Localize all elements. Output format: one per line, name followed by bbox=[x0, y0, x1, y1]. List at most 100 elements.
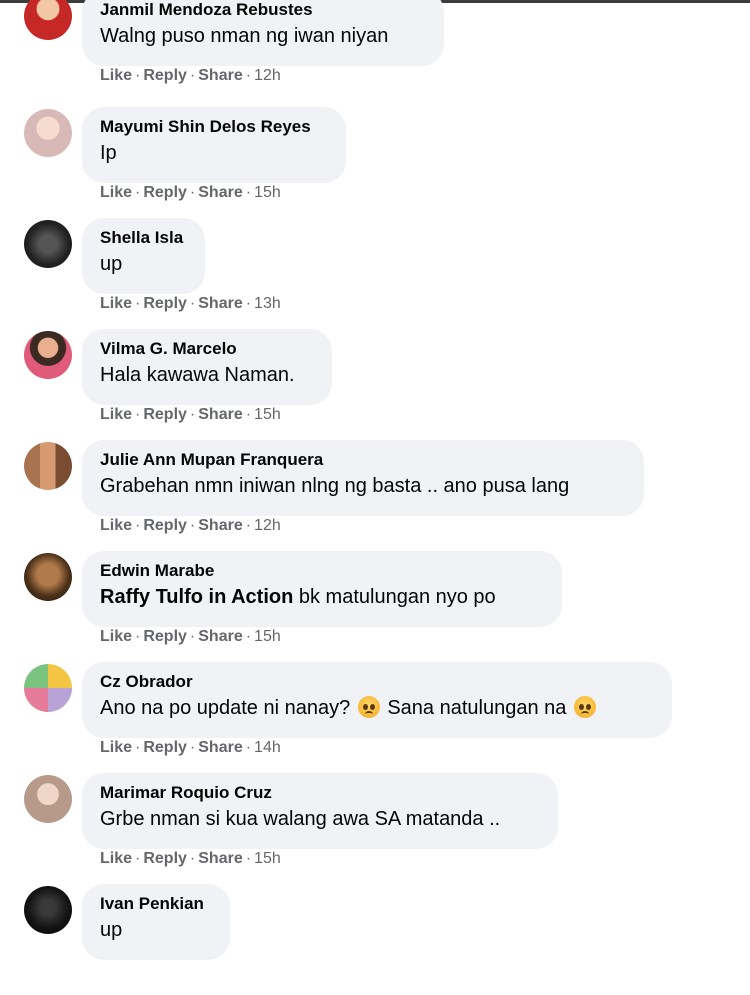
like-button[interactable]: Like bbox=[100, 406, 132, 423]
share-button[interactable]: Share bbox=[198, 517, 242, 534]
comment-text: up bbox=[100, 253, 123, 275]
comment-actions: Like · Reply · Share · 12h bbox=[100, 516, 281, 536]
reply-button[interactable]: Reply bbox=[143, 406, 187, 423]
comment-item: Edwin Marabe Raffy Tulfo in Action bk ma… bbox=[0, 551, 750, 662]
avatar[interactable] bbox=[24, 442, 72, 490]
comment-text: Grabehan nmn iniwan nlng ng basta .. ano… bbox=[100, 475, 570, 497]
comment-author[interactable]: Ivan Penkian bbox=[100, 893, 212, 915]
avatar[interactable] bbox=[24, 0, 72, 40]
pleading-face-icon bbox=[357, 696, 380, 718]
reply-button[interactable]: Reply bbox=[143, 850, 187, 867]
avatar[interactable] bbox=[24, 220, 72, 268]
separator: · bbox=[135, 739, 141, 756]
comment-bubble: Shella Isla up bbox=[82, 218, 205, 294]
separator: · bbox=[245, 739, 252, 756]
share-button[interactable]: Share bbox=[198, 67, 242, 84]
reply-button[interactable]: Reply bbox=[143, 517, 187, 534]
separator: · bbox=[245, 184, 252, 201]
like-button[interactable]: Like bbox=[100, 184, 132, 201]
comment-author[interactable]: Mayumi Shin Delos Reyes bbox=[100, 116, 328, 138]
share-button[interactable]: Share bbox=[198, 295, 242, 312]
like-button[interactable]: Like bbox=[100, 295, 132, 312]
separator: · bbox=[135, 628, 141, 645]
reply-button[interactable]: Reply bbox=[143, 295, 187, 312]
comment-bubble: Cz Obrador Ano na po update ni nanay? Sa… bbox=[82, 662, 672, 738]
separator: · bbox=[245, 67, 252, 84]
comment-item: Janmil Mendoza Rebustes Walng puso nman … bbox=[0, 0, 750, 101]
comment-author[interactable]: Cz Obrador bbox=[100, 671, 654, 693]
reply-button[interactable]: Reply bbox=[143, 628, 187, 645]
like-button[interactable]: Like bbox=[100, 850, 132, 867]
mention-link[interactable]: Raffy Tulfo in Action bbox=[100, 586, 293, 608]
comment-text-part: Sana natulungan na bbox=[381, 697, 572, 719]
comment-author[interactable]: Janmil Mendoza Rebustes bbox=[100, 0, 426, 21]
reply-button[interactable]: Reply bbox=[143, 67, 187, 84]
comment-item: Vilma G. Marcelo Hala kawawa Naman. Like… bbox=[0, 329, 750, 440]
comment-timestamp[interactable]: 15h bbox=[254, 850, 281, 867]
share-button[interactable]: Share bbox=[198, 739, 242, 756]
separator: · bbox=[189, 739, 196, 756]
comment-bubble: Edwin Marabe Raffy Tulfo in Action bk ma… bbox=[82, 551, 562, 627]
comment-item: Cz Obrador Ano na po update ni nanay? Sa… bbox=[0, 662, 750, 773]
reply-button[interactable]: Reply bbox=[143, 739, 187, 756]
comment-actions: Like · Reply · Share · 12h bbox=[100, 66, 281, 86]
separator: · bbox=[135, 850, 141, 867]
avatar[interactable] bbox=[24, 331, 72, 379]
share-button[interactable]: Share bbox=[198, 850, 242, 867]
comment-text-part: Ano na po update ni nanay? bbox=[100, 697, 356, 719]
pleading-face-icon bbox=[573, 696, 596, 718]
comment-text: Grbe nman si kua walang awa SA matanda .… bbox=[100, 808, 501, 830]
avatar[interactable] bbox=[24, 664, 72, 712]
separator: · bbox=[135, 184, 141, 201]
reply-button[interactable]: Reply bbox=[143, 184, 187, 201]
like-button[interactable]: Like bbox=[100, 517, 132, 534]
separator: · bbox=[245, 628, 252, 645]
comment-text: Ip bbox=[100, 142, 117, 164]
comment-item: Marimar Roquio Cruz Grbe nman si kua wal… bbox=[0, 773, 750, 884]
comment-actions: Like · Reply · Share · 14h bbox=[100, 738, 281, 758]
separator: · bbox=[189, 850, 196, 867]
comment-item: Mayumi Shin Delos Reyes Ip Like · Reply · Sh… bbox=[0, 107, 750, 218]
separator: · bbox=[189, 184, 196, 201]
comment-item: Ivan Penkian up bbox=[0, 884, 750, 995]
comment-timestamp[interactable]: 15h bbox=[254, 628, 281, 645]
comment-author[interactable]: Vilma G. Marcelo bbox=[100, 338, 314, 360]
avatar[interactable] bbox=[24, 109, 72, 157]
comment-author[interactable]: Shella Isla bbox=[100, 227, 187, 249]
comment-actions: Like · Reply · Share · 15h bbox=[100, 405, 281, 425]
comment-timestamp[interactable]: 15h bbox=[254, 184, 281, 201]
separator: · bbox=[189, 67, 196, 84]
comment-text: Walng puso nman ng iwan niyan bbox=[100, 25, 389, 47]
separator: · bbox=[135, 406, 141, 423]
comment-timestamp[interactable]: 13h bbox=[254, 295, 281, 312]
separator: · bbox=[135, 67, 141, 84]
comment-bubble: Marimar Roquio Cruz Grbe nman si kua wal… bbox=[82, 773, 558, 849]
comment-timestamp[interactable]: 14h bbox=[254, 739, 281, 756]
comment-timestamp[interactable]: 12h bbox=[254, 517, 281, 534]
comment-bubble: Vilma G. Marcelo Hala kawawa Naman. bbox=[82, 329, 332, 405]
separator: · bbox=[245, 517, 252, 534]
comment-bubble: Mayumi Shin Delos Reyes Ip bbox=[82, 107, 346, 183]
like-button[interactable]: Like bbox=[100, 739, 132, 756]
separator: · bbox=[245, 850, 252, 867]
separator: · bbox=[189, 628, 196, 645]
comment-text: up bbox=[100, 919, 123, 941]
share-button[interactable]: Share bbox=[198, 628, 242, 645]
comment-timestamp[interactable]: 12h bbox=[254, 67, 281, 84]
separator: · bbox=[135, 295, 141, 312]
separator: · bbox=[189, 295, 196, 312]
comment-author[interactable]: Marimar Roquio Cruz bbox=[100, 782, 540, 804]
like-button[interactable]: Like bbox=[100, 628, 132, 645]
avatar[interactable] bbox=[24, 886, 72, 934]
comment-timestamp[interactable]: 15h bbox=[254, 406, 281, 423]
share-button[interactable]: Share bbox=[198, 184, 242, 201]
share-button[interactable]: Share bbox=[198, 406, 242, 423]
comment-text: Raffy Tulfo in Action bk matulungan nyo … bbox=[100, 582, 544, 612]
avatar[interactable] bbox=[24, 553, 72, 601]
comment-author[interactable]: Julie Ann Mupan Franquera bbox=[100, 449, 626, 471]
like-button[interactable]: Like bbox=[100, 67, 132, 84]
comment-text: Ano na po update ni nanay? Sana natulung… bbox=[100, 693, 654, 723]
comment-text-rest: bk matulungan nyo po bbox=[293, 586, 496, 608]
avatar[interactable] bbox=[24, 775, 72, 823]
comment-author[interactable]: Edwin Marabe bbox=[100, 560, 544, 582]
